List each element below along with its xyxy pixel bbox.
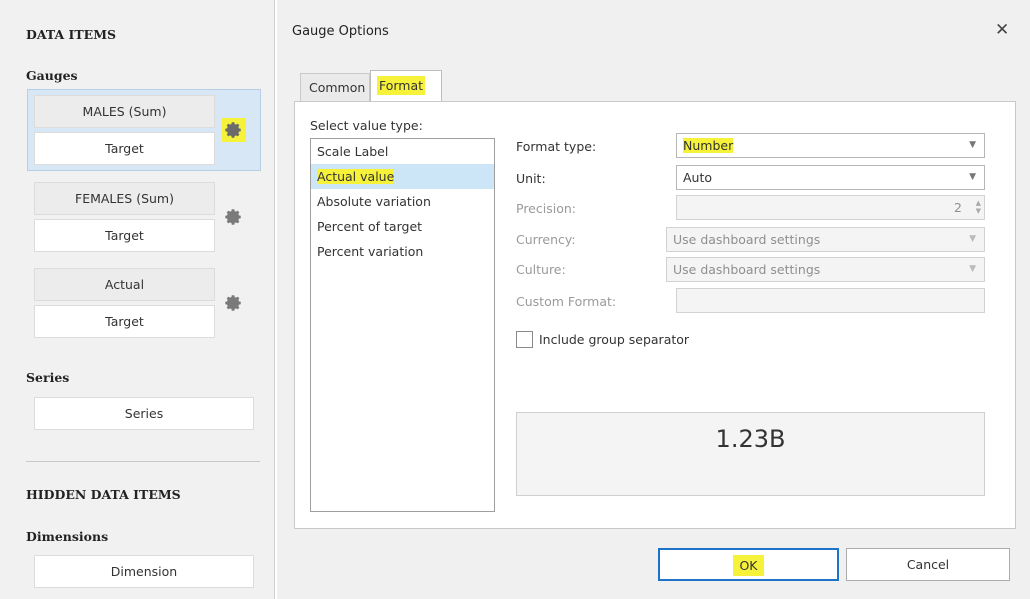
culture-label: Culture: (516, 262, 566, 277)
tab-common[interactable]: Common (300, 73, 370, 101)
chevron-down-icon: ▼ (969, 172, 976, 182)
spin-arrows-icon: ▲ ▼ (975, 199, 981, 215)
gauge-3-actual[interactable]: Actual (34, 268, 215, 301)
list-item[interactable]: Absolute variation (311, 189, 494, 214)
ok-button[interactable]: OK (658, 548, 839, 581)
ok-label: OK (733, 555, 764, 576)
list-item[interactable]: Percent variation (311, 239, 494, 264)
tab-format[interactable]: Format (370, 70, 442, 102)
group-separator-checkbox[interactable] (516, 331, 533, 348)
tab-format-label: Format (377, 76, 426, 95)
dimension-item[interactable]: Dimension (34, 555, 254, 588)
series-title: Series (26, 370, 70, 385)
gauge-3-target[interactable]: Target (34, 305, 215, 338)
chevron-down-icon: ▼ (969, 264, 976, 274)
close-icon[interactable]: ✕ (995, 20, 1009, 40)
unit-label: Unit: (516, 171, 546, 186)
data-items-panel: DATA ITEMS Gauges MALES (Sum) Target FEM… (0, 0, 275, 599)
select-value-type-label: Select value type: (310, 118, 423, 133)
list-item[interactable]: Scale Label (311, 139, 494, 164)
chevron-down-icon: ▼ (969, 234, 976, 244)
list-item-label: Actual value (317, 169, 395, 184)
currency-value: Use dashboard settings (673, 232, 821, 247)
custom-format-input[interactable] (676, 288, 985, 313)
group-separator-label: Include group separator (539, 332, 690, 347)
divider (26, 461, 260, 462)
cancel-button[interactable]: Cancel (846, 548, 1010, 581)
gauge-2-actual[interactable]: FEMALES (Sum) (34, 182, 215, 215)
format-preview-box: 1.23B (516, 412, 985, 496)
precision-stepper[interactable]: 2 ▲ ▼ (676, 195, 985, 220)
culture-value: Use dashboard settings (673, 262, 821, 277)
gauge-1-target[interactable]: Target (34, 132, 215, 165)
currency-select[interactable]: Use dashboard settings ▼ (666, 227, 985, 252)
list-item[interactable]: Percent of target (311, 214, 494, 239)
unit-value: Auto (683, 170, 713, 185)
format-type-label: Format type: (516, 139, 597, 154)
gear-icon[interactable] (222, 291, 246, 315)
gauge-2-target[interactable]: Target (34, 219, 215, 252)
preview-value: 1.23B (715, 425, 786, 453)
currency-label: Currency: (516, 232, 576, 247)
dimensions-title: Dimensions (26, 529, 109, 544)
series-item[interactable]: Series (34, 397, 254, 430)
dialog-title: Gauge Options (292, 24, 389, 39)
hidden-data-items-title: HIDDEN DATA ITEMS (26, 487, 181, 502)
gauges-title: Gauges (26, 68, 78, 83)
culture-select[interactable]: Use dashboard settings ▼ (666, 257, 985, 282)
gear-icon[interactable] (222, 205, 246, 229)
gauge-1-actual[interactable]: MALES (Sum) (34, 95, 215, 128)
format-type-select[interactable]: Number ▼ (676, 133, 985, 158)
precision-value: 2 (954, 200, 962, 215)
format-type-value: Number (683, 138, 734, 153)
value-type-list[interactable]: Scale Label Actual value Absolute variat… (310, 138, 495, 512)
precision-label: Precision: (516, 201, 576, 216)
unit-select[interactable]: Auto ▼ (676, 165, 985, 190)
gear-icon[interactable] (222, 118, 246, 142)
chevron-down-icon: ▼ (969, 140, 976, 150)
list-item-selected[interactable]: Actual value (311, 164, 494, 189)
data-items-title: DATA ITEMS (26, 27, 117, 42)
custom-format-label: Custom Format: (516, 294, 617, 309)
